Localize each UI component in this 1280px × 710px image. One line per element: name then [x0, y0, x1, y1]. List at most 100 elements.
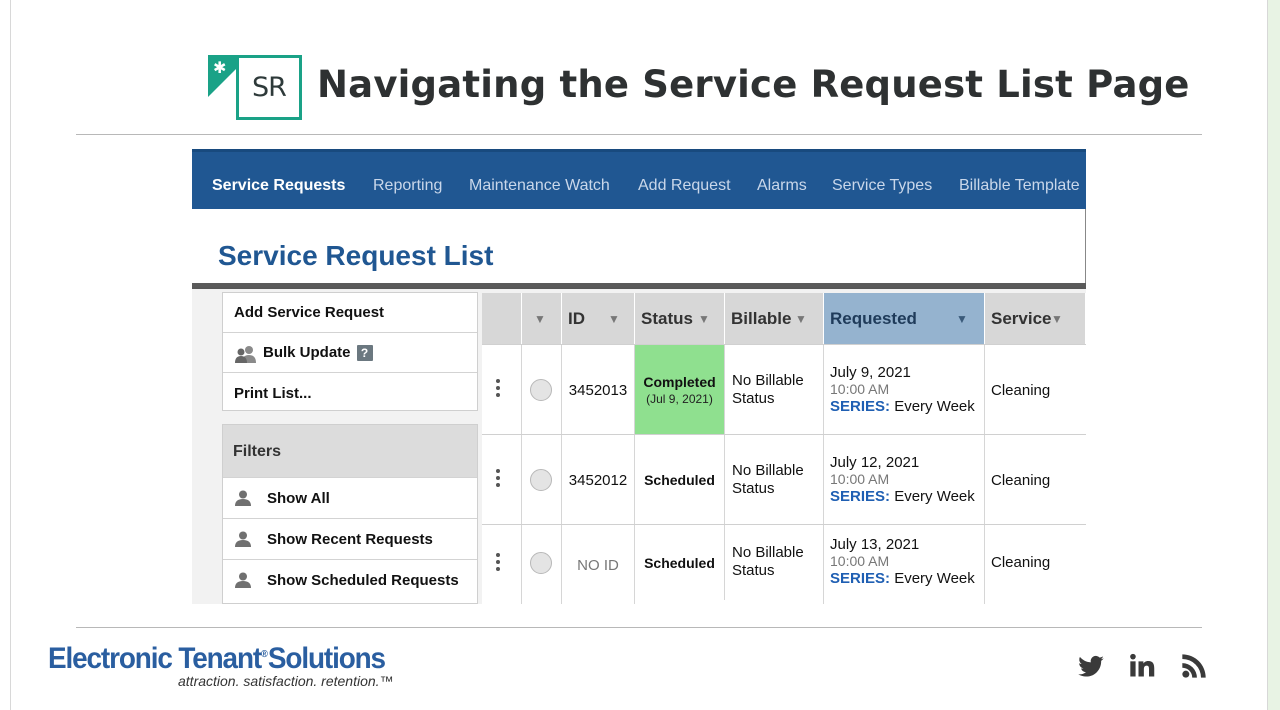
slide-title: Navigating the Service Request List Page: [317, 63, 1190, 106]
status-label: Scheduled: [644, 472, 715, 488]
requested-cell: July 9, 2021 10:00 AM SERIES: Every Week: [824, 345, 985, 435]
person-icon: [235, 572, 251, 588]
header-requested[interactable]: Requested ▼: [824, 293, 985, 344]
help-icon[interactable]: ?: [356, 344, 373, 361]
row-menu-cell: [482, 345, 522, 435]
series-label: SERIES:: [830, 488, 891, 505]
sort-caret-icon: ▼: [608, 312, 620, 326]
bulk-update-button[interactable]: Bulk Update ?: [223, 333, 477, 373]
nav-service-requests[interactable]: Service Requests: [212, 177, 345, 195]
requested-time: 10:00 AM: [830, 553, 890, 569]
top-nav: Service Requests Reporting Maintenance W…: [192, 149, 1086, 209]
table-row[interactable]: NO ID Scheduled No Billable Status July …: [482, 524, 1086, 604]
header-status[interactable]: Status ▼: [635, 293, 725, 344]
tools-icon: ✱: [213, 58, 227, 77]
billable-cell: No Billable Status: [725, 345, 824, 435]
nav-add-request[interactable]: Add Request: [638, 177, 731, 195]
list-area: Add Service Request Bulk Update ? Print …: [192, 289, 1086, 604]
requested-time: 10:00 AM: [830, 381, 890, 397]
row-select-cell: [522, 435, 562, 525]
actions-panel: Add Service Request Bulk Update ? Print …: [222, 292, 478, 411]
sort-caret-icon: ▼: [1051, 312, 1063, 326]
sort-caret-icon: ▼: [956, 312, 968, 326]
id-cell[interactable]: 3452012: [562, 435, 635, 525]
sort-caret-icon: ▼: [795, 312, 807, 326]
series-value: Every Week: [894, 488, 975, 505]
id-cell[interactable]: NO ID: [562, 525, 635, 604]
series-line: SERIES: Every Week: [830, 570, 984, 587]
header-billable-label: Billable: [731, 308, 792, 328]
header-divider: [76, 134, 1202, 135]
table-row[interactable]: 3452013 Completed (Jul 9, 2021) No Billa…: [482, 344, 1086, 435]
header-menu-col: [482, 293, 522, 344]
status-cell: Scheduled: [635, 435, 725, 525]
header-id[interactable]: ID ▼: [562, 293, 635, 344]
requested-date: July 9, 2021: [830, 364, 911, 381]
print-list-label: Print List...: [234, 384, 312, 402]
nav-alarms[interactable]: Alarms: [757, 177, 807, 195]
header-service[interactable]: Service ▼: [985, 293, 1086, 344]
filter-show-recent[interactable]: Show Recent Requests: [223, 518, 477, 559]
header-billable[interactable]: Billable ▼: [725, 293, 824, 344]
header-select-col[interactable]: ▼: [522, 293, 562, 344]
rss-icon[interactable]: [1180, 652, 1208, 680]
requested-time: 10:00 AM: [830, 471, 890, 487]
sort-caret-icon: ▼: [698, 312, 710, 326]
twitter-icon[interactable]: [1077, 652, 1105, 680]
sort-caret-icon: ▼: [534, 312, 546, 326]
billable-cell: No Billable Status: [725, 525, 824, 604]
service-cell: Cleaning: [991, 554, 1051, 571]
sr-logo: ✱ SR: [208, 55, 303, 120]
header-status-label: Status: [641, 308, 693, 328]
row-select-radio[interactable]: [530, 379, 552, 401]
row-menu-cell: [482, 435, 522, 525]
status-label: Completed: [643, 374, 716, 390]
filters-heading: Filters: [223, 425, 477, 477]
series-value: Every Week: [894, 570, 975, 587]
row-select-radio[interactable]: [530, 552, 552, 574]
series-value: Every Week: [894, 398, 975, 415]
person-icon: [235, 490, 251, 506]
service-request-table: ▼ ID ▼ Status ▼ Billable ▼ Requested ▼ S…: [482, 293, 1086, 604]
nav-billable-template[interactable]: Billable Template: [959, 177, 1080, 195]
kebab-menu-icon[interactable]: [496, 379, 500, 400]
status-cell: Scheduled: [635, 525, 725, 600]
requested-cell: July 13, 2021 10:00 AM SERIES: Every Wee…: [824, 525, 985, 604]
requested-date: July 13, 2021: [830, 536, 920, 553]
status-date: (Jul 9, 2021): [646, 392, 713, 406]
filter-show-all-label: Show All: [267, 489, 330, 507]
filter-show-all[interactable]: Show All: [223, 477, 477, 518]
id-cell[interactable]: 3452013: [562, 345, 635, 435]
nav-maintenance-watch[interactable]: Maintenance Watch: [469, 177, 610, 195]
header-id-label: ID: [568, 308, 585, 328]
header-requested-label: Requested: [830, 308, 917, 328]
row-select-radio[interactable]: [530, 469, 552, 491]
requested-cell: July 12, 2021 10:00 AM SERIES: Every Wee…: [824, 435, 985, 525]
nav-reporting[interactable]: Reporting: [373, 177, 442, 195]
series-label: SERIES:: [830, 398, 891, 415]
service-cell: Cleaning: [991, 471, 1051, 489]
kebab-menu-icon[interactable]: [496, 553, 500, 574]
series-label: SERIES:: [830, 570, 891, 587]
footer-divider: [76, 627, 1202, 628]
service-cell: Cleaning: [991, 381, 1051, 399]
add-service-request-button[interactable]: Add Service Request: [223, 293, 477, 333]
users-icon: [234, 345, 258, 363]
linkedin-icon[interactable]: [1128, 652, 1156, 680]
print-list-button[interactable]: Print List...: [223, 373, 477, 413]
billable-line-1: No Billable: [732, 544, 804, 561]
row-select-cell: [522, 345, 562, 435]
company-tagline: attraction. satisfaction. retention.™: [178, 673, 394, 689]
nav-service-types[interactable]: Service Types: [832, 177, 932, 195]
series-line: SERIES: Every Week: [830, 398, 984, 415]
kebab-menu-icon[interactable]: [496, 469, 500, 490]
billable-line-2: Status: [732, 480, 775, 497]
add-service-request-label: Add Service Request: [234, 304, 385, 321]
brand-part-1: Electronic Tenant: [48, 642, 262, 675]
filters-panel: Filters Show All Show Recent Requests Sh…: [222, 424, 478, 604]
status-cell: Completed (Jul 9, 2021): [635, 345, 725, 435]
table-row[interactable]: 3452012 Scheduled No Billable Status Jul…: [482, 434, 1086, 525]
billable-line-2: Status: [732, 562, 775, 579]
app-screenshot: Service Requests Reporting Maintenance W…: [192, 149, 1086, 604]
filter-show-scheduled[interactable]: Show Scheduled Requests: [223, 559, 477, 600]
